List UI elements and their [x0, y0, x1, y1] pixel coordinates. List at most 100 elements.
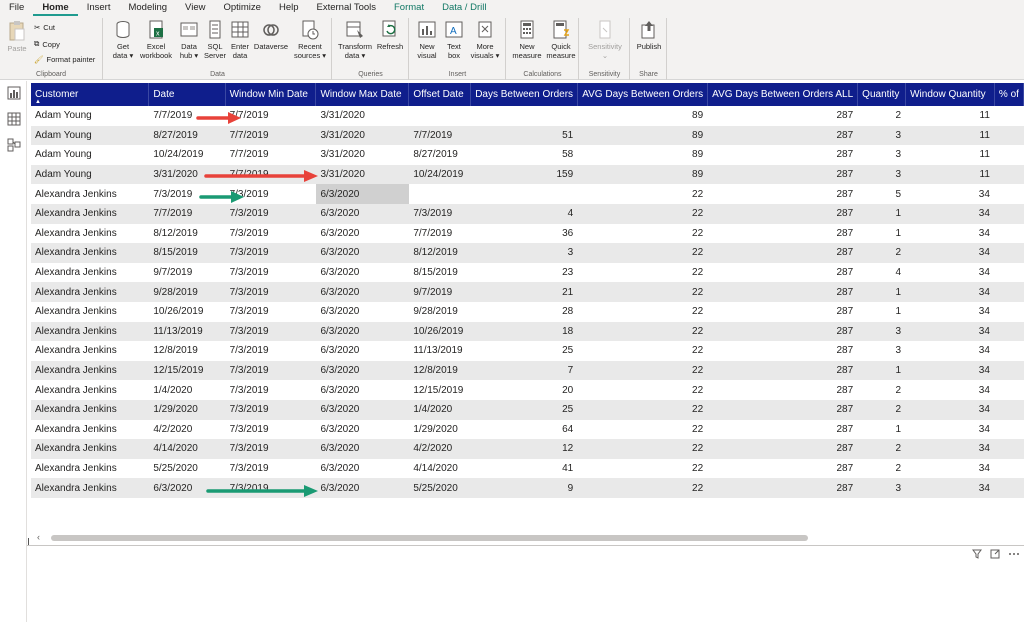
table-row[interactable]: Alexandra Jenkins 8/15/2019 7/3/2019 6/3/20… — [31, 243, 1024, 263]
more-visuals-button[interactable]: More visuals ▾ — [468, 20, 502, 60]
table-cell[interactable]: 22 — [577, 439, 708, 459]
table-cell[interactable] — [994, 262, 1024, 283]
table-cell[interactable] — [994, 458, 1024, 479]
table-cell[interactable]: Alexandra Jenkins — [31, 301, 149, 322]
table-cell[interactable]: 11/13/2019 — [408, 341, 471, 361]
table-cell[interactable]: 10/26/2019 — [148, 301, 226, 322]
text-box-button[interactable]: A Text box — [442, 20, 466, 60]
table-cell[interactable] — [994, 106, 1024, 126]
table-row[interactable]: Alexandra Jenkins 6/3/2020 7/3/2019 6/3/202… — [31, 478, 1024, 498]
table-cell[interactable]: Alexandra Jenkins — [31, 380, 149, 400]
table-cell[interactable]: 22 — [577, 223, 708, 244]
table-cell[interactable]: Alexandra Jenkins — [31, 478, 149, 498]
table-cell[interactable]: 3 — [857, 321, 906, 342]
table-cell[interactable]: 7/3/2019 — [225, 360, 316, 381]
table-cell[interactable]: 1/29/2020 — [148, 399, 226, 420]
table-cell[interactable]: 34 — [905, 478, 995, 498]
table-cell[interactable] — [408, 106, 471, 126]
table-cell[interactable]: 6/3/2020 — [315, 282, 409, 302]
table-cell[interactable]: 287 — [707, 478, 858, 498]
table-cell[interactable] — [994, 243, 1024, 263]
data-view-icon[interactable] — [7, 112, 21, 126]
table-cell[interactable] — [994, 380, 1024, 400]
table-cell[interactable]: 3/31/2020 — [315, 164, 409, 185]
table-cell[interactable]: 1/4/2020 — [148, 380, 226, 400]
table-cell[interactable]: 7/3/2019 — [225, 458, 316, 479]
table-cell[interactable]: 287 — [707, 380, 858, 400]
table-cell[interactable]: 7/3/2019 — [225, 203, 316, 224]
table-cell[interactable]: 12 — [470, 439, 578, 459]
table-cell[interactable]: 22 — [577, 203, 708, 224]
column-header[interactable]: AVG Days Between Orders ALL — [707, 83, 859, 106]
horizontal-scrollbar[interactable]: ‹ — [31, 532, 1024, 543]
table-cell[interactable]: 22 — [577, 184, 708, 204]
table-row[interactable]: Alexandra Jenkins 10/26/2019 7/3/2019 6/3/2… — [31, 301, 1024, 322]
sort-ascending-icon[interactable]: ▲ — [35, 99, 41, 105]
tab-file[interactable]: File — [0, 0, 33, 16]
cut-button[interactable]: ✂ Cut — [34, 23, 55, 32]
table-cell[interactable]: 34 — [905, 321, 995, 342]
table-cell[interactable]: 22 — [577, 301, 708, 322]
table-cell[interactable] — [994, 164, 1024, 185]
table-cell[interactable]: Alexandra Jenkins — [31, 282, 149, 302]
table-cell[interactable]: 5 — [857, 184, 906, 204]
table-cell[interactable]: 3 — [857, 478, 906, 498]
table-row[interactable]: Adam Young 10/24/2019 7/7/2019 3/31/2020 8/2… — [31, 145, 1024, 165]
scrollbar-thumb[interactable] — [51, 535, 808, 541]
tab-modeling[interactable]: Modeling — [119, 0, 176, 16]
table-cell[interactable]: 21 — [470, 282, 578, 302]
table-row[interactable]: Alexandra Jenkins 9/28/2019 7/3/2019 6/3/20… — [31, 282, 1024, 302]
table-cell[interactable]: 1 — [857, 419, 906, 440]
table-cell[interactable] — [994, 439, 1024, 459]
table-cell[interactable]: 7/3/2019 — [225, 380, 316, 400]
table-cell[interactable]: 287 — [707, 282, 858, 302]
table-cell[interactable]: 10/26/2019 — [408, 321, 471, 342]
table-cell[interactable]: 23 — [470, 262, 578, 283]
table-cell[interactable]: 6/3/2020 — [315, 458, 409, 479]
table-cell[interactable]: 287 — [707, 399, 858, 420]
table-cell[interactable]: 22 — [577, 262, 708, 283]
focus-mode-icon[interactable] — [990, 549, 1000, 559]
table-cell[interactable]: 287 — [707, 145, 858, 165]
copy-button[interactable]: ⧉ Copy — [34, 39, 60, 49]
table-cell[interactable]: 287 — [707, 164, 858, 185]
table-cell[interactable]: 89 — [577, 164, 708, 185]
table-cell[interactable]: Alexandra Jenkins — [31, 243, 149, 263]
table-cell[interactable]: 2 — [857, 380, 906, 400]
table-cell[interactable] — [994, 321, 1024, 342]
tab-home[interactable]: Home — [33, 0, 78, 16]
table-row[interactable]: Alexandra Jenkins 4/2/2020 7/3/2019 6/3/202… — [31, 419, 1024, 440]
table-cell[interactable]: 12/15/2019 — [148, 360, 226, 381]
table-cell[interactable] — [994, 399, 1024, 420]
table-cell[interactable]: 89 — [577, 145, 708, 165]
table-row[interactable]: Alexandra Jenkins 7/7/2019 7/3/2019 6/3/202… — [31, 203, 1024, 224]
table-cell[interactable]: 34 — [905, 184, 995, 204]
table-cell[interactable]: 34 — [905, 419, 995, 440]
table-cell[interactable]: Alexandra Jenkins — [31, 360, 149, 381]
table-cell[interactable]: 287 — [707, 203, 858, 224]
table-row[interactable]: Alexandra Jenkins 1/4/2020 7/3/2019 6/3/202… — [31, 380, 1024, 400]
table-cell[interactable]: 22 — [577, 341, 708, 361]
tab-optimize[interactable]: Optimize — [214, 0, 269, 16]
table-cell[interactable]: 7/3/2019 — [225, 399, 316, 420]
table-cell[interactable]: 4 — [470, 203, 578, 224]
table-cell[interactable] — [994, 301, 1024, 322]
table-cell[interactable]: 7/7/2019 — [148, 203, 226, 224]
table-cell[interactable]: 64 — [470, 419, 578, 440]
table-cell[interactable]: 7/3/2019 — [225, 439, 316, 459]
table-cell[interactable]: 3 — [857, 145, 906, 165]
format-painter-button[interactable]: 🖌 Format painter — [34, 55, 95, 64]
table-cell[interactable] — [994, 419, 1024, 440]
table-cell[interactable]: 5/25/2020 — [148, 458, 226, 479]
table-cell[interactable]: 287 — [707, 341, 858, 361]
table-cell[interactable]: 4/2/2020 — [408, 439, 471, 459]
table-cell[interactable]: 7/7/2019 — [225, 125, 316, 146]
table-cell[interactable]: Alexandra Jenkins — [31, 439, 149, 459]
table-cell[interactable]: 287 — [707, 243, 858, 263]
table-cell[interactable]: 11 — [905, 145, 995, 165]
table-cell[interactable]: Alexandra Jenkins — [31, 419, 149, 440]
table-cell[interactable]: Alexandra Jenkins — [31, 458, 149, 479]
table-cell[interactable]: 159 — [470, 164, 578, 185]
table-cell[interactable]: 3 — [857, 341, 906, 361]
table-cell[interactable]: 8/15/2019 — [148, 243, 226, 263]
